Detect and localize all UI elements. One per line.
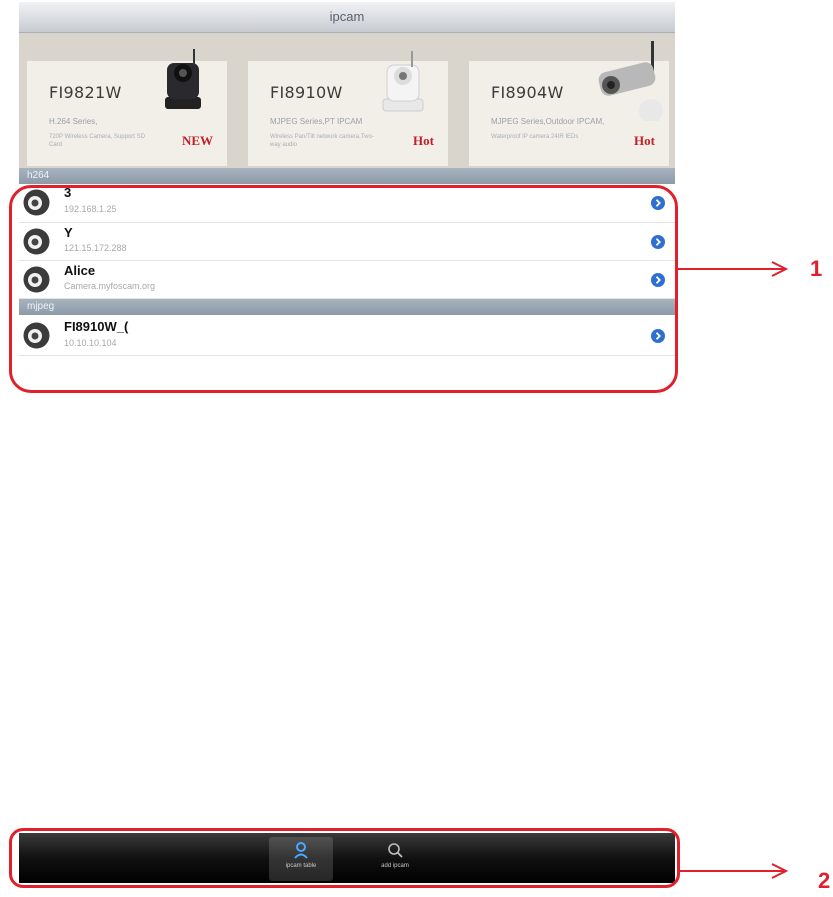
- callout-number-2: 2: [818, 868, 831, 893]
- callout-arrow-2: [680, 870, 784, 872]
- promo-tag: Hot: [413, 133, 434, 148]
- callout-box-1: [9, 185, 678, 393]
- arrowhead-icon: [771, 863, 788, 879]
- promo-description: 720P Wireless Camera, Support SD Card: [49, 134, 145, 148]
- promo-model: FI8904W: [491, 83, 564, 102]
- app-title: ipcam: [329, 9, 365, 24]
- arrowhead-icon: [771, 261, 788, 277]
- section-label: h264: [27, 170, 50, 181]
- promo-tag: NEW: [181, 133, 213, 148]
- promo-description: Waterproof IP camera 24IR IEDs: [491, 134, 579, 140]
- promo-model: FI8910W: [270, 83, 343, 102]
- callout-number-1: 1: [810, 256, 823, 281]
- promo-series: MJPEG Series,PT IPCAM: [270, 117, 363, 126]
- pan-tilt-camera-icon: [382, 51, 424, 112]
- promo-tag: Hot: [634, 133, 655, 148]
- promo-banner[interactable]: FI9821W H.264 Series, 720P Wireless Came…: [19, 33, 675, 168]
- promo-series: MJPEG Series,Outdoor IPCAM,: [491, 117, 605, 126]
- promo-model: FI9821W: [49, 83, 122, 102]
- indoor-camera-icon: [165, 49, 201, 109]
- callout-arrow-1: [678, 268, 784, 270]
- section-header-h264: h264: [19, 168, 675, 184]
- outdoor-camera-icon: [598, 41, 663, 121]
- navigation-bar: ipcam: [19, 2, 675, 33]
- promo-series: H.264 Series,: [49, 117, 98, 126]
- callout-box-2: [9, 828, 680, 888]
- promo-description: Wireless Pan/Tilt network camera,Two-way…: [270, 134, 374, 148]
